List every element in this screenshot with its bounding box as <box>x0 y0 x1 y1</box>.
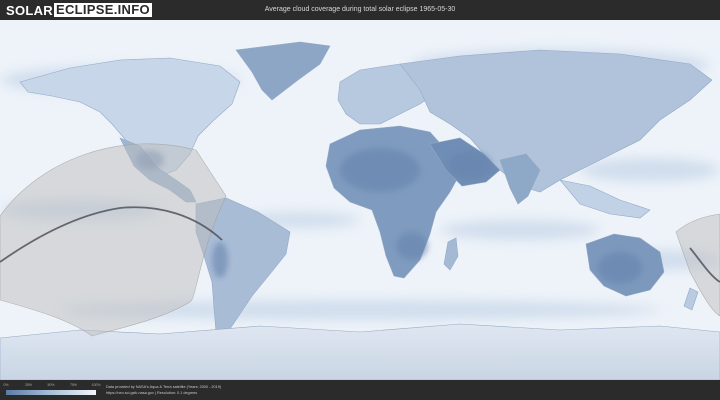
scale-tick-25: 25% <box>24 383 33 387</box>
cloud-scale-ticks: 0% 25% 50% 75% 100% <box>3 383 100 389</box>
scale-tick-100: 100% <box>91 383 101 387</box>
scale-tick-0: 0% <box>3 383 9 387</box>
cloud-coverage-map[interactable] <box>0 20 720 380</box>
scale-tick-50: 50% <box>47 383 55 387</box>
antarctica <box>0 323 720 380</box>
credits-line-2[interactable]: https://neo.sci.gsfc.nasa.gov | Resoluti… <box>106 390 221 396</box>
cloud-scale-gradient <box>6 390 96 395</box>
scale-tick-75: 75% <box>69 383 78 387</box>
map-view: SOLAR ECLIPSE.INFO Average cloud coverag… <box>0 0 720 400</box>
header-bar: SOLAR ECLIPSE.INFO Average cloud coverag… <box>0 0 720 20</box>
data-credits: Data provided by NASA's Aqua & Terra sat… <box>106 384 221 396</box>
page-title: Average cloud coverage during total sola… <box>264 6 456 13</box>
